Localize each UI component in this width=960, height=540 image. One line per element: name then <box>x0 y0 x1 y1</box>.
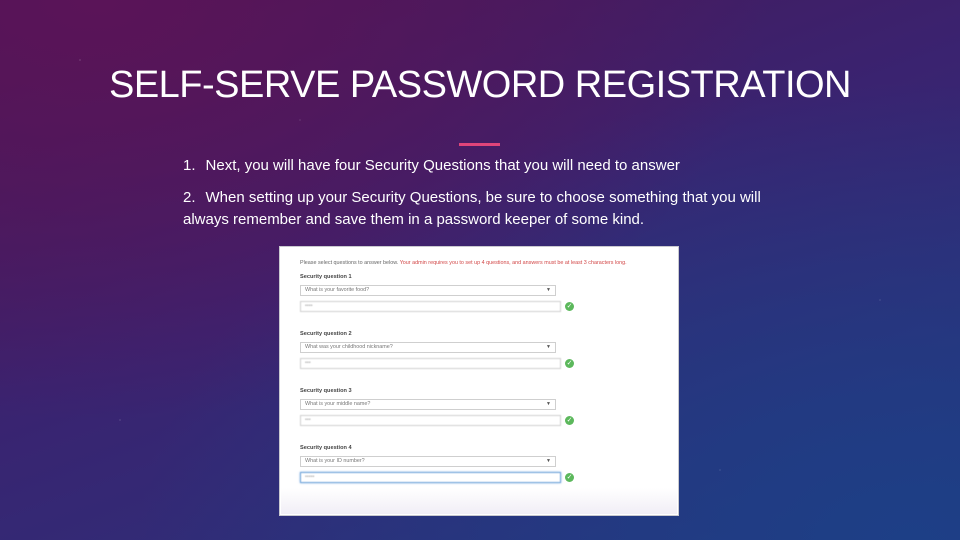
answer-input[interactable]: ••• <box>300 415 561 426</box>
answer-row: ••• ✓ <box>300 358 670 369</box>
answer-row: ••••• ✓ <box>300 472 670 483</box>
security-questions-screenshot: Please select questions to answer below.… <box>279 246 679 516</box>
question-select[interactable]: What was your childhood nickname? ▼ <box>300 342 556 353</box>
answer-input[interactable]: ••• <box>300 358 561 369</box>
security-question-4: Security question 4 What is your ID numb… <box>300 445 670 483</box>
intro-warning: Your admin requires you to set up 4 ques… <box>399 260 627 266</box>
chevron-down-icon: ▼ <box>546 287 551 293</box>
step-number: 1. <box>183 157 196 174</box>
question-selected-value: What is your favorite food? <box>305 287 370 293</box>
answer-row: ••• ✓ <box>300 415 670 426</box>
intro-text: Please select questions to answer below. <box>300 260 399 266</box>
check-circle-icon: ✓ <box>565 302 574 311</box>
check-circle-icon: ✓ <box>565 359 574 368</box>
title-accent-line <box>459 143 500 146</box>
question-label: Security question 4 <box>300 445 352 451</box>
panel-bottom-fade <box>281 488 677 514</box>
step-text: Next, you will have four Security Questi… <box>205 157 680 174</box>
check-circle-icon: ✓ <box>565 416 574 425</box>
question-label: Security question 3 <box>300 388 352 394</box>
answer-row: •••• ✓ <box>300 301 670 312</box>
steps-list: 1. Next, you will have four Security Ques… <box>183 155 803 241</box>
question-select[interactable]: What is your ID number? ▼ <box>300 456 556 467</box>
chevron-down-icon: ▼ <box>546 401 551 407</box>
question-select[interactable]: What is your favorite food? ▼ <box>300 285 556 296</box>
answer-input[interactable]: •••• <box>300 301 561 312</box>
security-question-1: Security question 1 What is your favorit… <box>300 274 670 312</box>
chevron-down-icon: ▼ <box>546 344 551 350</box>
slide-title: SELF-SERVE PASSWORD REGISTRATION <box>108 64 852 106</box>
step-number: 2. <box>183 189 196 206</box>
panel-intro: Please select questions to answer below.… <box>300 260 627 266</box>
security-question-2: Security question 2 What was your childh… <box>300 331 670 369</box>
question-selected-value: What was your childhood nickname? <box>305 344 393 350</box>
question-label: Security question 1 <box>300 274 352 280</box>
question-label: Security question 2 <box>300 331 352 337</box>
question-select[interactable]: What is your middle name? ▼ <box>300 399 556 410</box>
step-item: 2. When setting up your Security Question… <box>183 187 803 231</box>
security-question-3: Security question 3 What is your middle … <box>300 388 670 426</box>
question-selected-value: What is your ID number? <box>305 458 365 464</box>
step-text: When setting up your Security Questions,… <box>183 189 761 228</box>
check-circle-icon: ✓ <box>565 473 574 482</box>
question-selected-value: What is your middle name? <box>305 401 371 407</box>
step-item: 1. Next, you will have four Security Ques… <box>183 155 803 177</box>
answer-input[interactable]: ••••• <box>300 472 561 483</box>
chevron-down-icon: ▼ <box>546 458 551 464</box>
